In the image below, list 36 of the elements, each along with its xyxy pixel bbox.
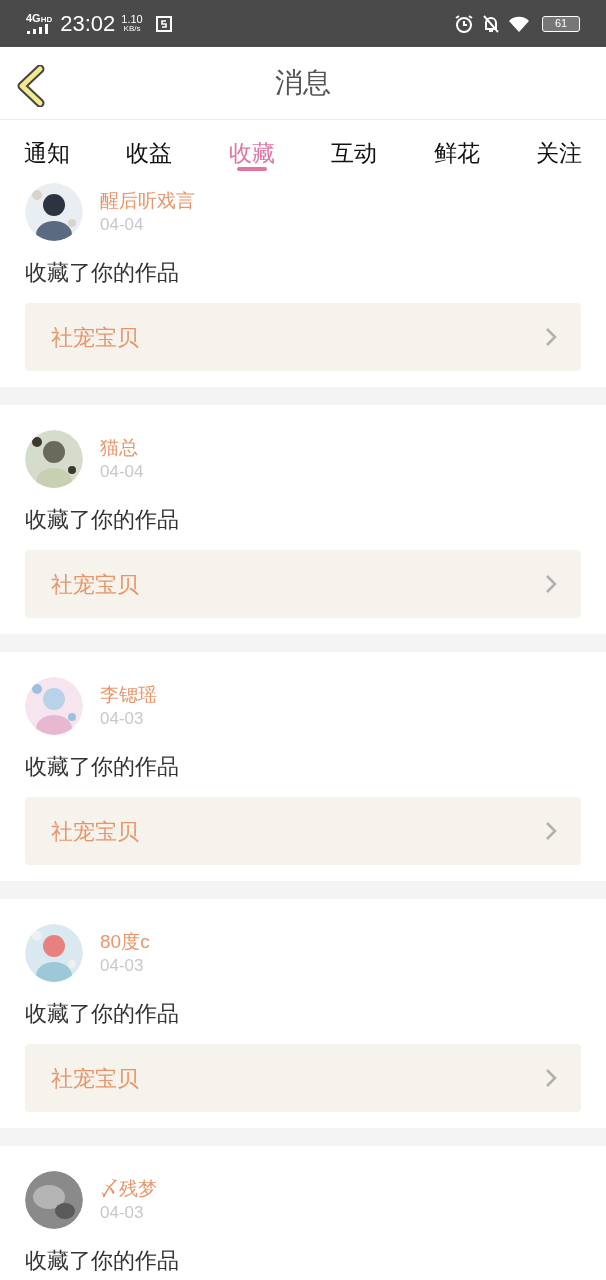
user-name[interactable]: 〆残梦 — [100, 1176, 157, 1201]
muted-bell-icon — [482, 13, 500, 34]
chevron-icon — [545, 574, 557, 594]
tab[interactable]: 收益 — [126, 120, 173, 176]
tab[interactable]: 关注 — [535, 120, 582, 176]
wifi-icon — [508, 14, 530, 33]
work-link[interactable]: 社宠宝贝 — [25, 303, 581, 371]
speed-value: 1.10 — [121, 14, 143, 25]
message-text: 收藏了你的作品 — [25, 753, 180, 781]
work-link[interactable]: 社宠宝贝 — [25, 797, 581, 865]
speed-unit: KB/s — [123, 25, 141, 33]
back-icon — [16, 65, 46, 107]
chevron-icon — [545, 327, 557, 347]
user-name[interactable]: 猫总 — [100, 435, 144, 460]
chevron-icon — [545, 821, 557, 841]
clock: 23:02 — [60, 10, 116, 38]
chevron-icon — [545, 1068, 557, 1088]
battery-icon: 61 — [542, 15, 580, 32]
network-label: 4GHD — [26, 13, 53, 24]
user-name[interactable]: 80度c — [100, 929, 150, 954]
work-link[interactable]: 社宠宝贝 — [25, 550, 581, 618]
page-title: 消息 — [275, 66, 331, 100]
message-text: 收藏了你的作品 — [25, 1247, 180, 1275]
user-name[interactable]: 醒后听戏言 — [100, 188, 195, 213]
work-link[interactable]: 社宠宝贝 — [25, 1044, 581, 1112]
tab[interactable]: 收藏 — [228, 120, 275, 176]
message-text: 收藏了你的作品 — [25, 1000, 180, 1028]
message-text: 收藏了你的作品 — [25, 259, 180, 287]
back-button[interactable] — [16, 65, 46, 107]
user-name[interactable]: 李锶瑶 — [100, 682, 157, 707]
tab[interactable]: 鲜花 — [433, 120, 480, 176]
screenshot-icon — [154, 14, 173, 33]
message-text: 收藏了你的作品 — [25, 506, 180, 534]
alarm-icon — [454, 13, 474, 34]
tab[interactable]: 互动 — [331, 120, 378, 176]
tab[interactable]: 通知 — [24, 120, 70, 176]
